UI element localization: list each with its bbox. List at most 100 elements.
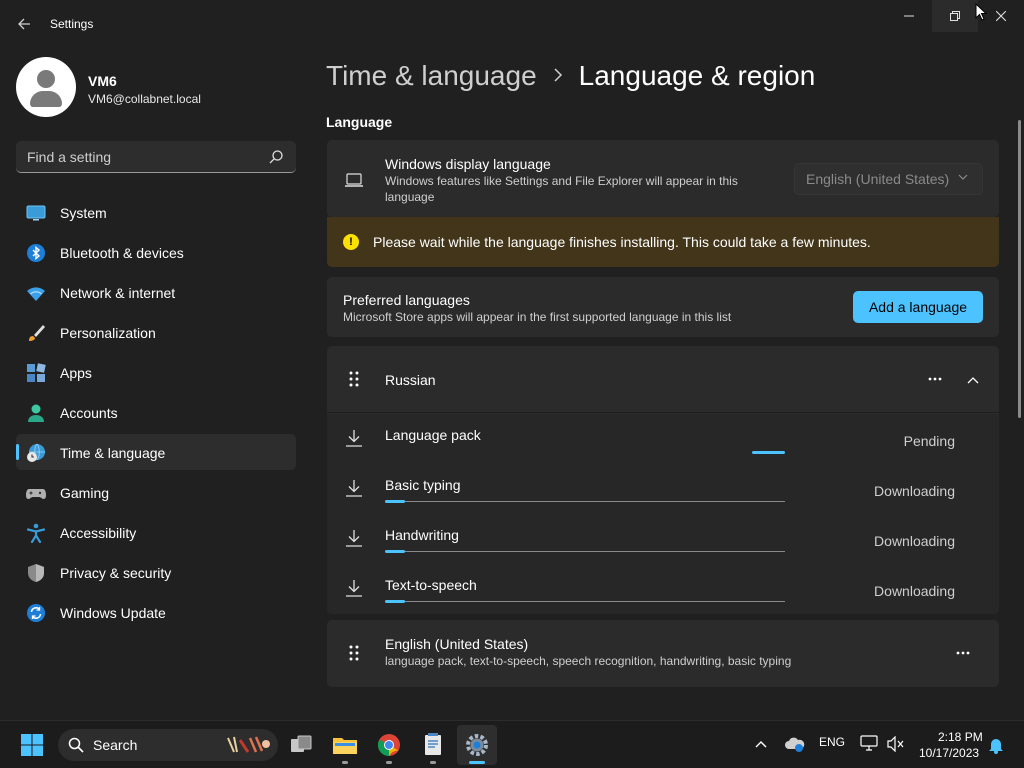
language-name: English (United States) bbox=[385, 636, 529, 652]
globe-clock-icon bbox=[26, 443, 46, 463]
breadcrumb: Time & language Language & region bbox=[326, 58, 815, 94]
breadcrumb-parent[interactable]: Time & language bbox=[326, 60, 537, 92]
progress-fill bbox=[385, 550, 405, 553]
brush-icon bbox=[26, 323, 46, 343]
language-card-english[interactable]: English (United States) language pack, t… bbox=[327, 620, 999, 687]
settings-taskbar-button[interactable] bbox=[457, 725, 497, 765]
file-explorer-icon bbox=[333, 738, 357, 754]
start-button[interactable] bbox=[12, 725, 52, 765]
sidebar-item-bluetooth[interactable]: Bluetooth & devices bbox=[16, 234, 296, 270]
add-language-button[interactable]: Add a language bbox=[853, 291, 983, 323]
chevron-right-icon bbox=[553, 66, 563, 87]
sidebar-item-privacy[interactable]: Privacy & security bbox=[16, 554, 296, 590]
sidebar-item-label: Privacy & security bbox=[60, 565, 172, 581]
feature-status: Downloading bbox=[874, 583, 955, 599]
sidebar-item-accounts[interactable]: Accounts bbox=[16, 394, 296, 430]
feature-row-language-pack: Language pack Pending bbox=[327, 414, 999, 464]
search-box[interactable] bbox=[16, 141, 296, 173]
sidebar-item-label: Time & language bbox=[60, 445, 166, 461]
feature-label: Handwriting bbox=[385, 527, 459, 543]
clock-date[interactable]: 10/17/2023 bbox=[919, 746, 979, 760]
shield-icon bbox=[26, 563, 46, 583]
minimize-button[interactable] bbox=[886, 0, 932, 32]
language-header-russian[interactable]: Russian bbox=[327, 346, 999, 413]
avatar bbox=[16, 57, 76, 117]
sidebar-item-accessibility[interactable]: Accessibility bbox=[16, 514, 296, 550]
taskbar-search-label: Search bbox=[93, 737, 138, 753]
wifi-icon bbox=[26, 283, 46, 303]
drag-handle-icon[interactable] bbox=[349, 371, 359, 387]
settings-icon bbox=[466, 734, 488, 756]
sidebar-item-gaming[interactable]: Gaming bbox=[16, 474, 296, 510]
display-language-title: Windows display language bbox=[385, 156, 551, 172]
chrome-button[interactable] bbox=[369, 725, 409, 765]
progress-bar bbox=[385, 600, 785, 603]
onedrive-icon[interactable] bbox=[785, 736, 805, 752]
feature-label: Basic typing bbox=[385, 477, 461, 493]
taskbar: Search ENG 2:18 PM 10/17/2023 bbox=[0, 720, 1024, 768]
search-icon[interactable] bbox=[268, 149, 284, 165]
volume-muted-icon[interactable] bbox=[887, 736, 905, 752]
progress-indeterminate bbox=[752, 451, 785, 454]
sidebar-nav: System Bluetooth & devices Network & int… bbox=[16, 194, 296, 634]
download-icon bbox=[346, 580, 362, 597]
feature-status: Downloading bbox=[874, 533, 955, 549]
drag-handle-icon[interactable] bbox=[349, 645, 359, 661]
file-explorer-button[interactable] bbox=[325, 725, 365, 765]
feature-status: Downloading bbox=[874, 483, 955, 499]
chevron-up-icon[interactable] bbox=[755, 740, 767, 748]
feature-label: Text-to-speech bbox=[385, 577, 477, 593]
network-icon[interactable] bbox=[860, 735, 878, 751]
search-highlight-icon bbox=[227, 736, 270, 753]
scrollbar-thumb[interactable] bbox=[1018, 120, 1021, 418]
sidebar-item-label: Personalization bbox=[60, 325, 156, 341]
monitor-icon bbox=[26, 203, 46, 223]
sidebar-item-windows-update[interactable]: Windows Update bbox=[16, 594, 296, 630]
input-language-indicator[interactable]: ENG bbox=[819, 735, 845, 749]
sidebar-item-time-language[interactable]: Time & language bbox=[16, 434, 296, 470]
download-icon bbox=[346, 530, 362, 547]
sidebar-item-network[interactable]: Network & internet bbox=[16, 274, 296, 310]
profile-email: VM6@collabnet.local bbox=[88, 92, 201, 106]
clock-time[interactable]: 2:18 PM bbox=[938, 730, 983, 744]
bluetooth-icon bbox=[26, 243, 46, 263]
task-view-button[interactable] bbox=[281, 725, 321, 765]
sidebar-item-label: Network & internet bbox=[60, 285, 176, 301]
more-options-icon[interactable] bbox=[928, 377, 942, 381]
display-language-dropdown[interactable]: English (United States) bbox=[794, 163, 983, 195]
sidebar-item-system[interactable]: System bbox=[16, 194, 296, 230]
update-icon bbox=[26, 603, 46, 623]
sidebar-item-label: Accessibility bbox=[60, 525, 137, 541]
sidebar-item-apps[interactable]: Apps bbox=[16, 354, 296, 390]
more-options-icon[interactable] bbox=[956, 651, 970, 655]
notification-bell-icon[interactable] bbox=[988, 736, 1004, 754]
download-icon bbox=[346, 480, 362, 497]
language-name: Russian bbox=[385, 372, 436, 388]
language-card-russian: Russian Language pack Pending Basic typi… bbox=[327, 346, 999, 614]
progress-bar bbox=[385, 500, 785, 503]
taskbar-search[interactable]: Search bbox=[58, 729, 278, 761]
display-language-desc: Windows features like Settings and File … bbox=[385, 174, 738, 204]
chevron-up-icon[interactable] bbox=[967, 376, 979, 384]
sidebar-item-personalization[interactable]: Personalization bbox=[16, 314, 296, 350]
page-title: Language & region bbox=[578, 60, 816, 91]
user-profile[interactable]: VM6 VM6@collabnet.local bbox=[16, 57, 296, 117]
profile-name: VM6 bbox=[88, 73, 117, 89]
sidebar-item-label: Accounts bbox=[60, 405, 118, 421]
progress-fill bbox=[385, 500, 405, 503]
notepad-button[interactable] bbox=[413, 725, 453, 765]
preferred-languages-desc: Microsoft Store apps will appear in the … bbox=[343, 310, 732, 324]
warning-text: Please wait while the language finishes … bbox=[373, 234, 871, 250]
arrow-left-icon[interactable] bbox=[12, 12, 36, 36]
preferred-languages-title: Preferred languages bbox=[343, 292, 470, 308]
russian-features-list: Language pack Pending Basic typing Downl… bbox=[327, 414, 999, 614]
warning-icon: ! bbox=[343, 234, 359, 250]
restore-button[interactable] bbox=[932, 0, 978, 32]
notepad-icon bbox=[425, 733, 441, 755]
sidebar-item-label: Windows Update bbox=[60, 605, 166, 621]
chevron-down-icon bbox=[958, 172, 968, 183]
search-input[interactable] bbox=[16, 141, 266, 172]
start-icon bbox=[21, 734, 43, 756]
download-icon bbox=[346, 430, 362, 447]
sidebar-item-label: Apps bbox=[60, 365, 92, 381]
